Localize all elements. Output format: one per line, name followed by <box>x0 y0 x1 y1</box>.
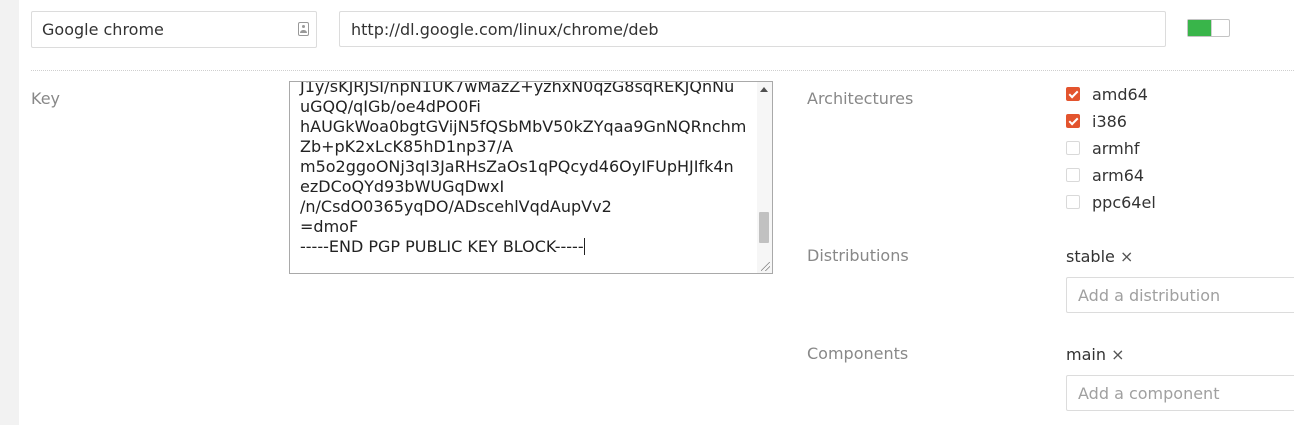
architecture-checkbox[interactable] <box>1066 114 1080 128</box>
scroll-up-arrow-icon[interactable] <box>760 87 768 92</box>
components-label: Components <box>807 344 909 363</box>
url-input[interactable] <box>340 12 1165 46</box>
name-field[interactable] <box>31 11 317 48</box>
scrollbar-thumb[interactable] <box>759 212 769 243</box>
key-line: uGQQ/qIGb/oe4dPO0Fi <box>300 97 481 116</box>
architecture-option-i386[interactable]: i386 <box>1066 110 1127 132</box>
text-caret <box>583 238 585 255</box>
section-divider <box>31 70 1294 71</box>
left-panel-strip <box>0 0 19 425</box>
name-input[interactable] <box>32 12 296 47</box>
enabled-toggle[interactable] <box>1187 19 1230 37</box>
key-textarea[interactable]: J1y/sKJRJSI/npN1UK7wMazZ+yzhxN0qzG8sqREK… <box>289 81 773 274</box>
distribution-tag: stable × <box>1066 247 1133 266</box>
architecture-checkbox[interactable] <box>1066 87 1080 101</box>
distribution-field[interactable] <box>1066 277 1294 313</box>
distributions-label: Distributions <box>807 246 909 265</box>
key-line: ezDCoQYd93bWUGqDwxI <box>300 177 505 196</box>
component-tag-text: main <box>1066 345 1106 364</box>
component-tag: main × <box>1066 345 1124 364</box>
architecture-label: ppc64el <box>1092 192 1156 212</box>
component-input[interactable] <box>1067 376 1294 410</box>
key-line: /n/CsdO0365yqDO/ADscehlVqdAupVv2 <box>300 197 612 216</box>
textarea-scrollbar[interactable] <box>757 82 772 273</box>
contact-card-icon[interactable] <box>298 22 309 36</box>
key-label: Key <box>31 89 61 108</box>
distribution-tag-text: stable <box>1066 247 1115 266</box>
architecture-option-armhf[interactable]: armhf <box>1066 137 1139 159</box>
toggle-fill <box>1188 20 1211 36</box>
architecture-checkbox[interactable] <box>1066 168 1080 182</box>
key-text[interactable]: J1y/sKJRJSI/npN1UK7wMazZ+yzhxN0qzG8sqREK… <box>300 81 748 257</box>
key-line: hAUGkWoa0bgtGVijN5fQSbMbV50kZYqaa9GnNQRn… <box>300 117 747 136</box>
key-line: Zb+pK2xLcK85hD1np37/A <box>300 137 514 156</box>
url-field[interactable] <box>339 11 1166 47</box>
toggle-knob <box>1211 20 1216 36</box>
architecture-checkbox[interactable] <box>1066 195 1080 209</box>
architecture-label: armhf <box>1092 138 1140 158</box>
key-line: m5o2ggoONj3qI3JaRHsZaOs1qPQcyd46OyIFUpHJ… <box>300 157 734 176</box>
architecture-option-arm64[interactable]: arm64 <box>1066 164 1144 186</box>
architecture-label: arm64 <box>1092 165 1145 185</box>
architecture-label: i386 <box>1092 111 1127 131</box>
component-field[interactable] <box>1066 375 1294 411</box>
architecture-checkbox[interactable] <box>1066 141 1080 155</box>
architecture-option-amd64[interactable]: amd64 <box>1066 83 1148 105</box>
architecture-option-ppc64el[interactable]: ppc64el <box>1066 191 1156 213</box>
architecture-label: amd64 <box>1092 84 1148 104</box>
key-line: =dmoF <box>300 217 359 236</box>
key-line: -----END PGP PUBLIC KEY BLOCK----- <box>300 237 585 256</box>
distribution-input[interactable] <box>1067 278 1294 312</box>
resize-grip-icon[interactable] <box>761 262 770 271</box>
architectures-label: Architectures <box>807 89 914 108</box>
remove-component-icon[interactable]: × <box>1111 345 1124 364</box>
remove-distribution-icon[interactable]: × <box>1120 247 1133 266</box>
key-line: J1y/sKJRJSI/npN1UK7wMazZ+yzhxN0qzG8sqREK… <box>300 81 735 96</box>
